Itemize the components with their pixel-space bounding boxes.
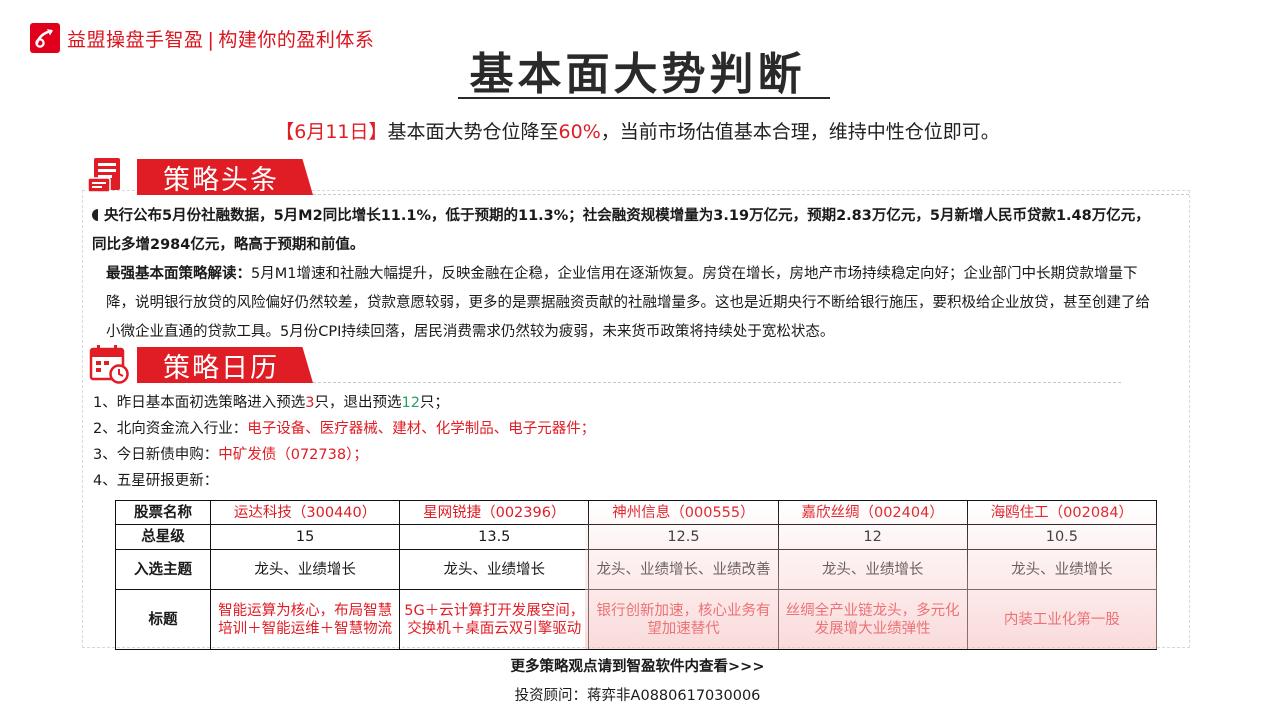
stars-cell: 13.5 [399, 524, 590, 550]
table-row: 股票名称 运达科技（300440） 星网锐捷（002396） 神州信息（0005… [115, 500, 1158, 525]
position-headline: 【6月11日】基本面大势仓位降至60%，当前市场估值基本合理，维持中性仓位即可。 [0, 117, 1275, 144]
stars-cell: 10.5 [966, 524, 1158, 550]
headline-text-after: ，当前市场估值基本合理，维持中性仓位即可。 [600, 121, 1000, 143]
news-lead-paragraph: 央行公布5月份社融数据，5月M2同比增长11.1%，低于预期的11.3%；社会融… [92, 202, 1162, 260]
exit-count: 12 [401, 395, 420, 411]
stars-cell: 12 [777, 524, 968, 550]
stars-cell: 15 [209, 524, 401, 550]
stock-name-cell: 神州信息（000555） [588, 500, 779, 525]
row-header-headline: 标题 [115, 589, 211, 650]
news-body: 央行公布5月份社融数据，5月M2同比增长11.1%，低于预期的11.3%；社会融… [92, 202, 1162, 347]
more-link[interactable]: 更多策略观点请到智盈软件内查看>>> [0, 655, 1275, 676]
section-news-divider [313, 194, 1189, 195]
table-row: 入选主题 龙头、业绩增长 龙头、业绩增长 龙头、业绩增长、业绩改善 龙头、业绩增… [115, 549, 1158, 590]
headline-text-before: 基本面大势仓位降至 [387, 121, 559, 143]
title-underline [458, 97, 830, 99]
headline-cell: 丝绸全产业链龙头，多元化发展增大业绩弹性 [777, 589, 968, 650]
row-header-name: 股票名称 [115, 500, 211, 525]
headline-position: 60% [558, 121, 601, 143]
section-calendar-divider [313, 382, 1121, 383]
row-header-theme: 入选主题 [115, 549, 211, 590]
section-news-title: 策略头条 [137, 159, 313, 195]
headline-cell: 内装工业化第一股 [966, 589, 1158, 650]
calendar-list: 1、昨日基本面初选策略进入预选3只，退出预选12只； 2、北向资金流入行业：电子… [93, 390, 595, 494]
theme-cell: 龙头、业绩增长 [777, 549, 968, 590]
calendar-item-4: 4、五星研报更新： [93, 473, 219, 489]
table-row: 总星级 15 13.5 12.5 12 10.5 [115, 524, 1158, 550]
calendar-item-3: 3、今日新债申购：中矿发债（072738）； [93, 447, 368, 463]
stock-name-cell: 海鸥住工（002084） [966, 500, 1158, 525]
table-row: 标题 智能运算为核心，布局智慧培训＋智能运维＋智慧物流 5G＋云计算打开发展空间… [115, 589, 1158, 650]
theme-cell: 龙头、业绩增长 [399, 549, 590, 590]
news-analysis-label: 最强基本面策略解读： [106, 266, 251, 282]
stock-name-cell: 星网锐捷（002396） [399, 500, 590, 525]
headline-cell: 银行创新加速，核心业务有望加速替代 [588, 589, 779, 650]
northbound-industries: 电子设备、医疗器械、建材、化学制品、电子元器件； [247, 421, 596, 437]
new-bond-subscription: 中矿发债（072738）； [218, 447, 368, 463]
theme-cell: 龙头、业绩增长 [209, 549, 401, 590]
headline-date: 【6月11日】 [275, 121, 388, 143]
stock-name-cell: 嘉欣丝绸（002404） [777, 500, 968, 525]
advisor-credit: 投资顾问：蒋弈非A0880617030006 [514, 688, 761, 704]
headline-cell: 智能运算为核心，布局智慧培训＋智能运维＋智慧物流 [209, 589, 401, 650]
theme-cell: 龙头、业绩增长 [966, 549, 1158, 590]
headline-cell: 5G＋云计算打开发展空间，交换机＋桌面云双引擎驱动 [399, 589, 590, 650]
research-report-table: 股票名称 运达科技（300440） 星网锐捷（002396） 神州信息（0005… [115, 500, 1158, 650]
news-document-icon [86, 154, 128, 196]
row-header-stars: 总星级 [115, 524, 211, 550]
calendar-item-1: 1、昨日基本面初选策略进入预选3只，退出预选12只； [93, 395, 449, 411]
calendar-item-2: 2、北向资金流入行业：电子设备、医疗器械、建材、化学制品、电子元器件； [93, 421, 596, 437]
section-calendar-title: 策略日历 [137, 347, 313, 383]
bullet-icon [92, 209, 98, 221]
news-analysis-text: 5月M1增速和社融大幅提升，反映金融在企稳，企业信用在逐渐恢复。房贷在增长，房地… [106, 266, 1150, 340]
news-analysis-paragraph: 最强基本面策略解读：5月M1增速和社融大幅提升，反映金融在企稳，企业信用在逐渐恢… [92, 260, 1162, 347]
page-title: 基本面大势判断 [469, 49, 806, 100]
stock-name-cell: 运达科技（300440） [209, 500, 401, 525]
theme-cell: 龙头、业绩增长、业绩改善 [588, 549, 779, 590]
news-lead: 央行公布5月份社融数据，5月M2同比增长11.1%，低于预期的11.3%；社会融… [92, 208, 1150, 253]
stars-cell: 12.5 [588, 524, 779, 550]
calendar-clock-icon [88, 343, 130, 385]
